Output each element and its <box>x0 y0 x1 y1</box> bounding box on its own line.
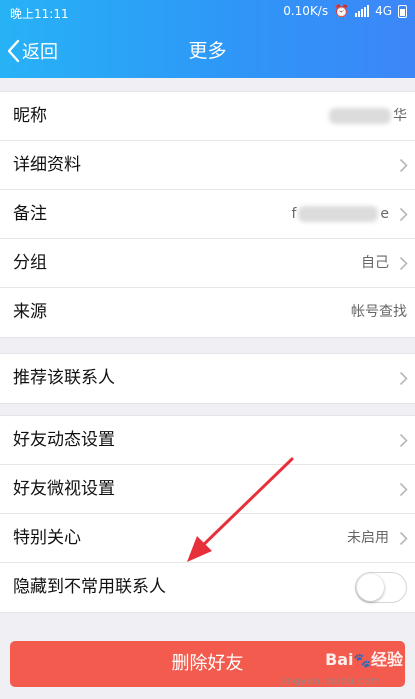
watermark-url: jingyan.baidu.com <box>280 676 381 687</box>
chevron-right-icon <box>399 531 408 546</box>
row-label: 备注 <box>13 204 47 224</box>
page-title: 更多 <box>188 40 227 62</box>
row-friend-weishi-settings[interactable]: 好友微视设置 <box>0 465 415 514</box>
redacted-blur <box>329 108 391 124</box>
network-speed: 0.10K/s <box>283 4 329 18</box>
row-detail-info[interactable]: 详细资料 <box>0 141 415 190</box>
status-bar: 晚上11:11 0.10K/s ⏰ 4G <box>0 0 415 24</box>
hide-contact-toggle[interactable] <box>355 572 407 603</box>
nav-bar: 返回 更多 <box>0 24 415 78</box>
row-label: 来源 <box>13 302 47 322</box>
row-label: 好友动态设置 <box>13 430 115 450</box>
chevron-right-icon <box>399 371 408 386</box>
row-label: 分组 <box>13 253 47 273</box>
toggle-knob <box>357 574 384 601</box>
group-value: 自己 <box>361 255 389 271</box>
status-right: 0.10K/s ⏰ 4G <box>283 4 407 18</box>
network-type: 4G <box>375 4 392 18</box>
remark-value: fe <box>291 206 389 222</box>
row-remark[interactable]: 备注 fe <box>0 190 415 239</box>
signal-icon <box>355 5 370 17</box>
chevron-right-icon <box>399 207 408 222</box>
paw-icon: 🐾 <box>353 653 371 669</box>
watermark-brand: Bai <box>325 650 354 669</box>
alarm-icon: ⏰ <box>334 4 350 18</box>
chevron-right-icon <box>399 482 408 497</box>
app-header: 晚上11:11 0.10K/s ⏰ 4G 返回 更多 <box>0 0 415 78</box>
row-nickname[interactable]: 昵称 华 <box>0 92 415 141</box>
row-friend-feed-settings[interactable]: 好友动态设置 <box>0 416 415 465</box>
row-label: 昵称 <box>13 106 47 126</box>
profile-group: 昵称 华 详细资料 备注 fe 分组 自己 来源 帐号查找 <box>0 91 415 338</box>
status-time: 晚上11:11 <box>10 7 69 21</box>
row-label: 隐藏到不常用联系人 <box>13 577 166 597</box>
row-special-care[interactable]: 特别关心 未启用 <box>0 514 415 563</box>
row-source: 来源 帐号查找 <box>0 288 415 337</box>
watermark-brand-suffix: 经验 <box>370 650 403 669</box>
source-value: 帐号查找 <box>351 304 407 320</box>
chevron-right-icon <box>399 256 408 271</box>
row-label: 详细资料 <box>13 155 81 175</box>
chevron-right-icon <box>399 433 408 448</box>
special-care-value: 未启用 <box>347 530 389 546</box>
row-label: 推荐该联系人 <box>13 368 115 388</box>
row-group[interactable]: 分组 自己 <box>0 239 415 288</box>
recommend-group: 推荐该联系人 <box>0 353 415 404</box>
battery-icon <box>398 4 407 18</box>
row-hide-to-infrequent: 隐藏到不常用联系人 <box>0 563 415 612</box>
settings-group: 好友动态设置 好友微视设置 特别关心 未启用 隐藏到不常用联系人 <box>0 415 415 613</box>
redacted-blur <box>298 206 379 222</box>
row-label: 特别关心 <box>13 528 81 548</box>
nickname-value: 华 <box>327 92 407 141</box>
baidu-watermark: Bai🐾经验 jingyan.baidu.com <box>280 646 403 687</box>
chevron-right-icon <box>399 158 408 173</box>
row-recommend-contact[interactable]: 推荐该联系人 <box>0 354 415 403</box>
row-label: 好友微视设置 <box>13 479 115 499</box>
